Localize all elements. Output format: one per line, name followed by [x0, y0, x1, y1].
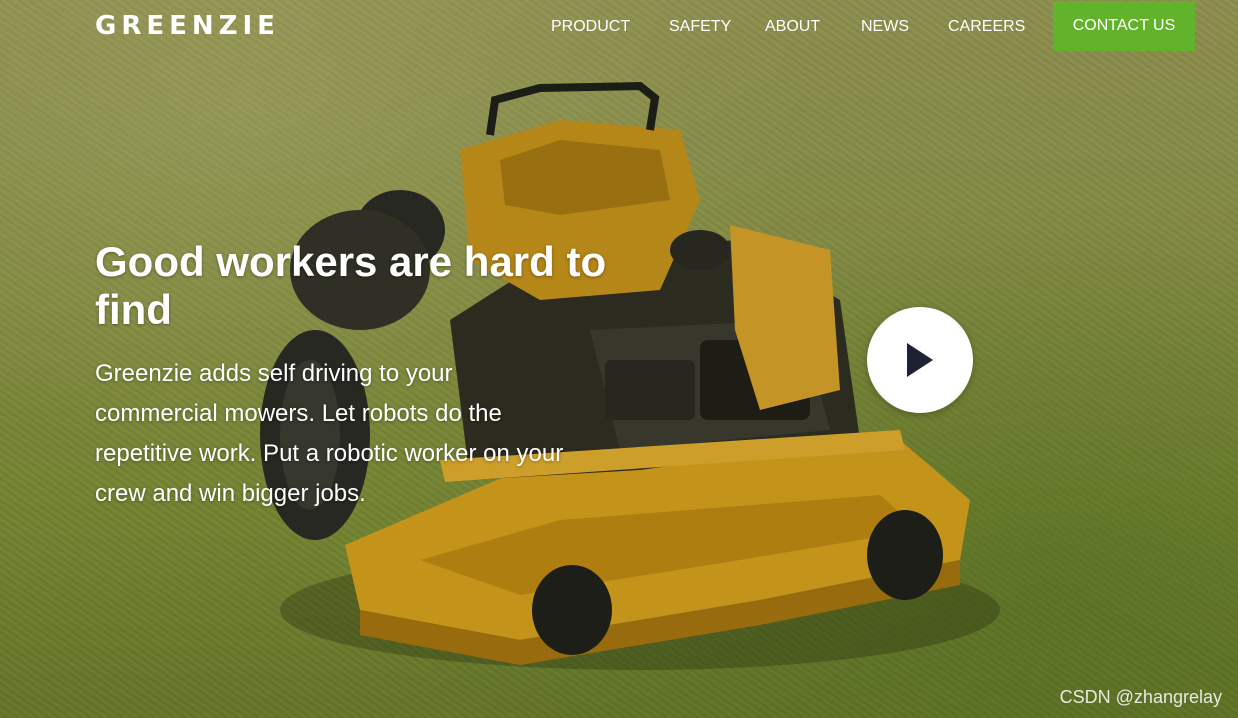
hero-subtext: Greenzie adds self driving to your comme… [95, 360, 564, 507]
nav-careers[interactable]: CAREERS [948, 17, 1025, 37]
greenzie-logo[interactable]: GREENZIE [95, 10, 280, 42]
nav-product[interactable]: PRODUCT [551, 17, 630, 37]
nav-about[interactable]: ABOUT [765, 17, 820, 37]
nav-safety[interactable]: SAFETY [669, 17, 731, 37]
hero-headline: Good workers are hard to find [95, 238, 607, 333]
nav-news[interactable]: NEWS [861, 17, 909, 37]
contact-us-button[interactable]: CONTACT US [1053, 1, 1195, 51]
watermark: CSDN @zhangrelay [1059, 687, 1222, 707]
play-video-button[interactable] [867, 307, 973, 413]
play-icon [907, 343, 933, 377]
